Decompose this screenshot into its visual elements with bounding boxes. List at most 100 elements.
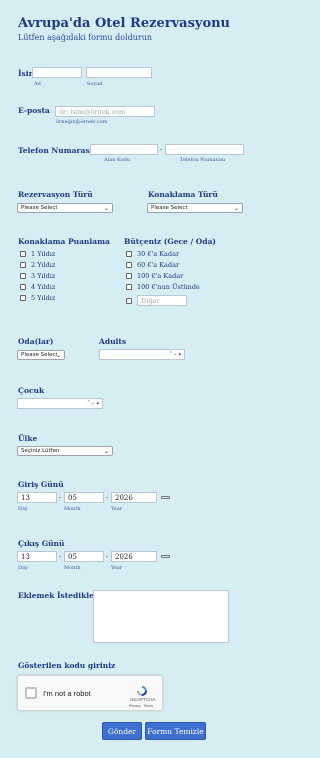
stepper-icon[interactable]: ⌃⌄ ▴: [169, 351, 181, 357]
checkout-year-input[interactable]: 2026: [111, 551, 157, 562]
rooms-value: Please Select: [21, 352, 58, 358]
recaptcha-text: I'm not a robot: [43, 689, 91, 698]
checkout-day-input[interactable]: 13: [17, 551, 57, 562]
budget-option[interactable]: 100 €'a Kadar: [126, 271, 200, 281]
checkbox-icon: [126, 284, 132, 290]
accommodation-type-label: Konaklama Türü: [148, 190, 218, 199]
checkbox-icon: [126, 251, 132, 257]
checkbox-icon: [126, 262, 132, 268]
checkout-label: Çıkış Günü: [18, 539, 65, 548]
rating-option[interactable]: 5 Yıldız: [20, 293, 55, 303]
budget-other-placeholder: Diğer: [141, 297, 160, 305]
phone-label: Telefon Numarası: [18, 146, 93, 155]
calendar-icon[interactable]: [161, 555, 170, 558]
checkout-year-value: 2026: [115, 553, 133, 561]
email-label: E-posta: [18, 106, 50, 115]
date-separator: -: [59, 553, 62, 560]
captcha-label: Gösterilen kodu giriniz: [18, 661, 116, 670]
checkbox-icon: [20, 284, 26, 290]
rating-option[interactable]: 3 Yıldız: [20, 271, 55, 281]
submit-button[interactable]: Gönder: [102, 722, 142, 740]
rating-option-label: 5 Yıldız: [31, 294, 56, 302]
checkout-day-value: 13: [21, 553, 30, 561]
budget-option[interactable]: 60 €'a Kadar: [126, 260, 200, 270]
country-label: Ülke: [18, 434, 38, 443]
checkin-day-input[interactable]: 13: [17, 492, 57, 503]
date-separator: -: [59, 494, 62, 501]
checkout-month-sublabel: Month: [64, 565, 81, 571]
checkin-day-sublabel: Day: [18, 506, 28, 512]
checkout-month-input[interactable]: 05: [64, 551, 104, 562]
children-label: Çocuk: [18, 386, 45, 395]
phone-separator: -: [160, 146, 163, 153]
accommodation-type-value: Please Select: [151, 205, 188, 211]
rating-option[interactable]: 4 Yıldız: [20, 282, 55, 292]
reservation-type-label: Rezervasyon Türü: [18, 190, 93, 199]
phone-area-input[interactable]: [90, 144, 158, 155]
recaptcha-checkbox[interactable]: [25, 687, 37, 699]
budget-option-label: 60 €'a Kadar: [137, 261, 180, 269]
chevron-down-icon: ⌄: [103, 448, 109, 455]
budget-option[interactable]: 30 €'a Kadar: [126, 249, 200, 259]
reset-button[interactable]: Formu Temizle: [145, 722, 206, 740]
children-input[interactable]: ⌃⌄ ▴: [17, 398, 103, 409]
checkout-day-sublabel: Day: [18, 565, 28, 571]
rating-option-label: 1 Yıldız: [31, 250, 56, 258]
budget-options: 30 €'a Kadar 60 €'a Kadar 100 €'a Kadar …: [126, 249, 200, 292]
accommodation-type-select[interactable]: Please Select ⌄: [147, 203, 243, 213]
checkout-year-sublabel: Year: [111, 565, 123, 571]
rating-option[interactable]: 2 Yıldız: [20, 260, 55, 270]
checkbox-icon: [20, 273, 26, 279]
chevron-down-icon: ⌄: [55, 352, 61, 359]
checkin-year-input[interactable]: 2026: [111, 492, 157, 503]
recaptcha-logo-icon: [135, 682, 149, 696]
country-select[interactable]: Seçiniz Lütfen ⌄: [17, 446, 113, 456]
rooms-select[interactable]: Please Select ⌄: [17, 350, 65, 360]
email-sublabel: örneğin@örnek.com: [56, 119, 108, 125]
checkin-month-input[interactable]: 05: [64, 492, 104, 503]
budget-label: Bütçeniz (Gece / Oda): [124, 237, 216, 246]
reservation-type-select[interactable]: Please Select ⌄: [17, 203, 113, 213]
budget-other-checkbox[interactable]: [126, 298, 132, 304]
reservation-type-value: Please Select: [21, 205, 58, 211]
recaptcha-links[interactable]: Privacy - Terms: [129, 704, 153, 708]
notes-textarea[interactable]: [93, 590, 229, 643]
chevron-down-icon: ⌄: [233, 205, 239, 212]
date-separator: -: [106, 553, 109, 560]
email-input[interactable]: ör: isim@örnek.com: [55, 106, 155, 117]
budget-option[interactable]: 100 €'nun Üstünde: [126, 282, 200, 292]
budget-option-label: 100 €'a Kadar: [137, 272, 184, 280]
date-separator: -: [106, 494, 109, 501]
checkin-year-value: 2026: [115, 494, 133, 502]
checkout-month-value: 05: [68, 553, 77, 561]
checkin-month-value: 05: [68, 494, 77, 502]
checkbox-icon: [126, 273, 132, 279]
recaptcha-brand: reCAPTCHA: [130, 697, 156, 702]
page-subtitle: Lütfen aşağıdaki formu doldurun: [18, 33, 153, 42]
rating-option-label: 3 Yıldız: [31, 272, 56, 280]
rating-option[interactable]: 1 Yıldız: [20, 249, 55, 259]
phone-number-sublabel: Telefon Numarası: [180, 157, 225, 163]
checkin-label: Giriş Günü: [18, 480, 64, 489]
email-placeholder: ör: isim@örnek.com: [59, 108, 126, 116]
checkin-day-value: 13: [21, 494, 30, 502]
last-name-input[interactable]: [86, 67, 152, 78]
stepper-icon[interactable]: ⌃⌄ ▴: [87, 400, 99, 406]
checkin-year-sublabel: Year: [111, 506, 123, 512]
rooms-label: Oda(lar): [18, 337, 54, 346]
first-name-sublabel: Ad: [34, 81, 41, 87]
checkin-month-sublabel: Month: [64, 506, 81, 512]
adults-input[interactable]: ⌃⌄ ▴: [99, 349, 185, 360]
checkbox-icon: [20, 295, 26, 301]
checkbox-icon: [20, 262, 26, 268]
phone-number-input[interactable]: [165, 144, 244, 155]
phone-area-sublabel: Alan Kodu: [104, 157, 131, 163]
rating-option-label: 4 Yıldız: [31, 283, 56, 291]
first-name-input[interactable]: [32, 67, 82, 78]
rating-option-label: 2 Yıldız: [31, 261, 56, 269]
rating-options: 1 Yıldız 2 Yıldız 3 Yıldız 4 Yıldız 5 Yı…: [20, 249, 55, 303]
chevron-down-icon: ⌄: [103, 205, 109, 212]
last-name-sublabel: Soyad: [87, 81, 103, 87]
calendar-icon[interactable]: [161, 496, 170, 499]
budget-other-input[interactable]: Diğer: [137, 295, 187, 306]
